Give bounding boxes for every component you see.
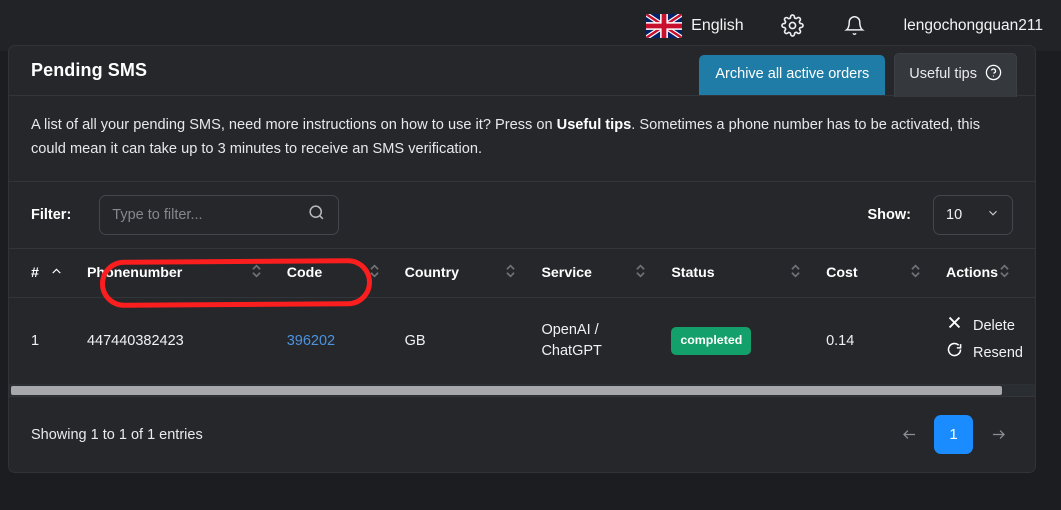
- filter-input-wrapper[interactable]: [99, 195, 340, 236]
- sort-updown-icon[interactable]: [909, 263, 922, 283]
- card-header: Pending SMS Archive all active orders Us…: [9, 46, 1035, 97]
- pagination-page-1[interactable]: 1: [934, 415, 973, 455]
- username-label[interactable]: lengochongquan211: [904, 17, 1043, 35]
- column-label-cost: Cost: [826, 265, 858, 282]
- search-icon: [307, 203, 326, 227]
- bell-icon[interactable]: [842, 13, 868, 39]
- resend-button[interactable]: Resend: [946, 341, 1035, 365]
- column-header-service[interactable]: Service: [541, 249, 672, 299]
- sort-updown-icon[interactable]: [250, 263, 263, 283]
- useful-tips-button[interactable]: Useful tips: [894, 52, 1017, 97]
- arrow-left-icon[interactable]: [894, 420, 924, 450]
- table-footer: Showing 1 to 1 of 1 entries 1: [9, 396, 1035, 472]
- header-actions: Archive all active orders Useful tips: [699, 52, 1017, 97]
- column-header-index[interactable]: #: [9, 249, 87, 299]
- page-title: Pending SMS: [31, 60, 148, 80]
- table-row: 1 447440382423 396202 GB OpenAI / ChatGP…: [9, 298, 1035, 385]
- entries-summary: Showing 1 to 1 of 1 entries: [31, 426, 203, 443]
- close-x-icon: [946, 314, 963, 338]
- column-label-country: Country: [404, 265, 459, 282]
- status-badge: completed: [671, 327, 752, 356]
- card-description: A list of all your pending SMS, need mor…: [9, 96, 1035, 183]
- table-body: 1 447440382423 396202 GB OpenAI / ChatGP…: [9, 298, 1035, 385]
- cell-country: GB: [404, 332, 426, 349]
- cell-service: OpenAI / ChatGPT: [541, 298, 671, 385]
- sort-updown-icon[interactable]: [634, 263, 647, 283]
- delete-label: Delete: [972, 317, 1015, 334]
- uk-flag-icon: [646, 13, 683, 38]
- table-controls: Filter: Show: 10: [9, 182, 1035, 250]
- gear-icon[interactable]: [780, 13, 806, 39]
- table-container: # Phonenumber Code Country Service Statu…: [9, 249, 1035, 385]
- column-label-code: Code: [286, 265, 323, 282]
- column-label-phonenumber: Phonenumber: [86, 265, 183, 282]
- useful-tips-label: Useful tips: [909, 66, 977, 82]
- column-label-actions: Actions: [945, 265, 998, 282]
- language-selector[interactable]: English: [646, 13, 744, 38]
- archive-all-active-orders-button[interactable]: Archive all active orders: [699, 54, 886, 95]
- arrow-right-icon[interactable]: [983, 420, 1013, 450]
- sort-updown-icon[interactable]: [504, 263, 517, 283]
- cell-cost: 0.14: [826, 332, 855, 349]
- show-entries-select[interactable]: 10: [933, 195, 1013, 236]
- pagination: 1: [894, 415, 1013, 455]
- description-text-part1: A list of all your pending SMS, need mor…: [31, 117, 557, 133]
- delete-button[interactable]: Delete: [946, 314, 1035, 338]
- column-header-cost[interactable]: Cost: [826, 249, 946, 299]
- show-label: Show:: [867, 207, 912, 224]
- horizontal-scrollbar[interactable]: [9, 385, 1035, 397]
- cell-index: 1: [31, 332, 40, 349]
- column-label-status: Status: [671, 265, 715, 282]
- question-circle-icon: [985, 64, 1002, 85]
- service-line-1: OpenAI /: [541, 322, 599, 339]
- service-line-2: ChatGPT: [541, 343, 602, 360]
- refresh-icon: [946, 341, 963, 365]
- sort-updown-icon[interactable]: [998, 263, 1011, 283]
- filter-label: Filter:: [31, 207, 72, 224]
- column-header-code[interactable]: Code: [286, 249, 405, 299]
- sort-updown-icon[interactable]: [368, 263, 381, 283]
- cell-actions: Delete Resend: [946, 298, 1035, 385]
- resend-label: Resend: [972, 344, 1023, 361]
- description-bold-useful-tips: Useful tips: [556, 117, 632, 133]
- show-entries-value: 10: [946, 207, 963, 224]
- language-label: English: [691, 16, 744, 34]
- column-label-index: #: [31, 265, 39, 282]
- pending-sms-card: Pending SMS Archive all active orders Us…: [8, 45, 1036, 474]
- column-header-phonenumber[interactable]: Phonenumber: [86, 249, 287, 299]
- sort-updown-icon[interactable]: [789, 263, 802, 283]
- scrollbar-thumb[interactable]: [11, 386, 1003, 396]
- search-input[interactable]: [112, 207, 308, 224]
- chevron-up-icon[interactable]: [50, 265, 63, 282]
- pending-sms-table: # Phonenumber Code Country Service Statu…: [9, 249, 1035, 385]
- chevron-down-icon: [986, 206, 1000, 224]
- column-label-service: Service: [541, 265, 592, 282]
- column-header-status[interactable]: Status: [671, 249, 827, 299]
- show-entries-group: Show: 10: [867, 195, 1013, 236]
- top-bar: English lengochongquan211: [0, 0, 1061, 51]
- table-header-row: # Phonenumber Code Country Service Statu…: [9, 249, 1035, 299]
- cell-phonenumber[interactable]: 447440382423: [87, 298, 287, 385]
- column-header-country[interactable]: Country: [404, 249, 542, 299]
- table-head: # Phonenumber Code Country Service Statu…: [9, 249, 1035, 299]
- cell-code[interactable]: 396202: [287, 333, 335, 349]
- column-header-actions[interactable]: Actions: [945, 249, 1035, 299]
